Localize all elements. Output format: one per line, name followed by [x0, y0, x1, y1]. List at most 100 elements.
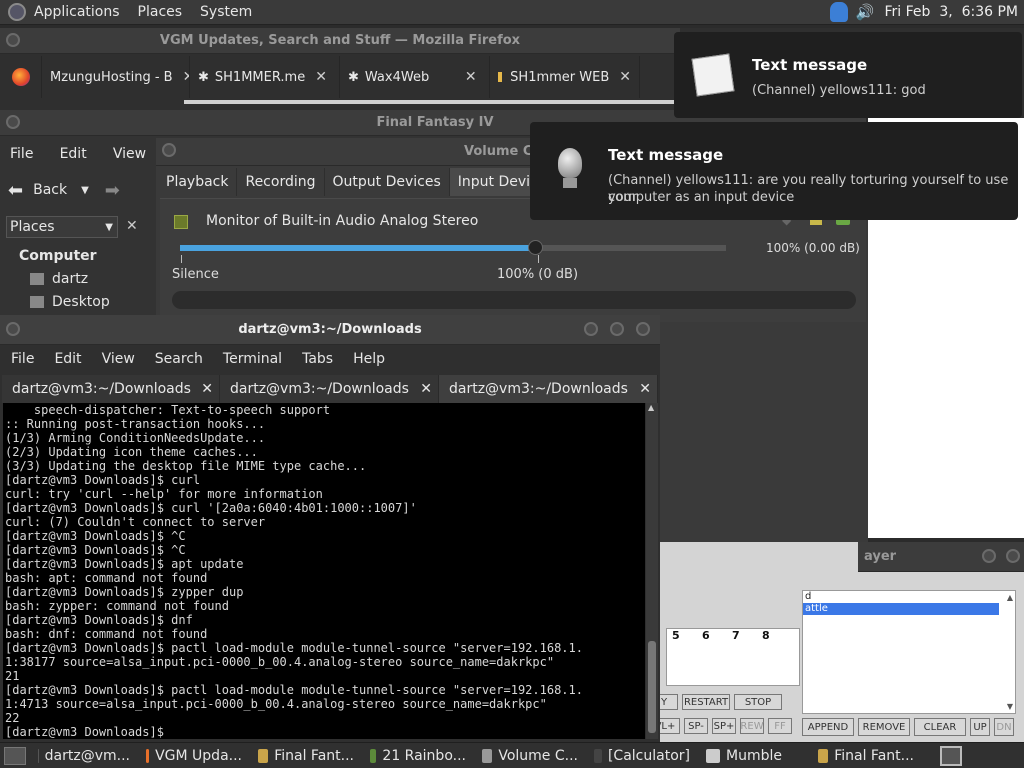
tab-output-devices[interactable]: Output Devices	[324, 168, 450, 196]
workspace-switcher-icon[interactable]	[940, 745, 962, 766]
close-sidebar-icon[interactable]: ✕	[126, 218, 138, 234]
clear-button[interactable]: CLEAR	[914, 718, 966, 736]
close-tab-icon[interactable]: ✕	[465, 69, 477, 85]
taskbar-button[interactable]: Final Fant...	[812, 745, 920, 767]
terminal-tab-active[interactable]: dartz@vm3:~/Downloads ✕	[439, 375, 658, 403]
app-icon	[258, 748, 269, 763]
terminal-output[interactable]: speech-dispatcher: Text-to-speech suppor…	[3, 403, 645, 739]
taskbar-button[interactable]: dartz@vm...	[32, 745, 136, 767]
terminal-tab[interactable]: dartz@vm3:~/Downloads ✕	[2, 375, 220, 403]
taskbar-label: [Calculator]	[607, 747, 690, 764]
terminal-line: [dartz@vm3 Downloads]$ dnf	[5, 613, 193, 627]
taskbar-button[interactable]: Mumble	[700, 745, 808, 767]
window-menu-button[interactable]	[6, 322, 20, 336]
minimize-button[interactable]	[584, 322, 598, 336]
volume-slider[interactable]	[180, 240, 726, 255]
app-icon	[818, 748, 829, 763]
clock[interactable]: Fri Feb 3, 6:36 PM	[885, 4, 1019, 20]
sidebar-item-home[interactable]: dartz	[30, 271, 88, 287]
taskbar-button[interactable]: 21 Rainbo...	[364, 745, 472, 767]
playlist-item[interactable]: d	[803, 591, 1015, 603]
scrollbar-thumb[interactable]	[648, 641, 656, 733]
window-menu-button[interactable]	[6, 115, 20, 129]
window-menu-button[interactable]	[162, 143, 176, 157]
scroll-down-icon[interactable]: ▼	[1007, 702, 1013, 711]
close-tab-icon[interactable]: ✕	[420, 381, 432, 397]
menu-file[interactable]: File	[10, 146, 33, 162]
menu-system[interactable]: System	[200, 4, 252, 20]
menu-search[interactable]: Search	[155, 351, 203, 367]
append-button[interactable]: APPEND	[802, 718, 854, 736]
close-tab-icon[interactable]: ✕	[639, 381, 651, 397]
scroll-up-icon[interactable]: ▲	[648, 403, 654, 412]
places-selector[interactable]: Places ▼	[6, 216, 118, 238]
window-menu-button[interactable]	[6, 33, 20, 47]
firefox-menu-button[interactable]	[0, 56, 42, 98]
show-desktop-icon[interactable]	[4, 746, 26, 765]
close-tab-icon[interactable]: ✕	[315, 69, 327, 85]
playlist[interactable]: d attle ▲ ▼	[802, 590, 1016, 714]
terminal-titlebar[interactable]: dartz@vm3:~/Downloads	[0, 315, 660, 345]
firefox-tab[interactable]: SH1mmer WEB ✕	[490, 56, 640, 98]
terminal-scrollbar[interactable]: ▲	[646, 403, 658, 739]
sidebar-item-desktop[interactable]: Desktop	[30, 294, 110, 310]
menu-view[interactable]: View	[102, 351, 135, 367]
terminal-line: curl: try 'curl --help' for more informa…	[5, 487, 323, 501]
back-button[interactable]: ⬅ Back ▼ ➡	[8, 176, 120, 204]
firefox-tab[interactable]: MzunguHosting - B ✕	[42, 56, 190, 98]
close-button[interactable]	[1006, 549, 1020, 563]
taskbar-label: 21 Rainbo...	[382, 747, 466, 764]
rewind-button[interactable]: REW	[740, 718, 764, 734]
menu-help[interactable]: Help	[353, 351, 385, 367]
user-status-icon[interactable]	[829, 2, 848, 22]
player-titlebar[interactable]: ayer	[858, 542, 1024, 572]
remove-button[interactable]: REMOVE	[858, 718, 910, 736]
notification[interactable]: Text message (Channel) yellows111: are y…	[530, 122, 1018, 220]
notification[interactable]: Text message (Channel) yellows111: god	[674, 32, 1022, 118]
firefox-tab[interactable]: ✱ SH1MMER.me ✕	[190, 56, 340, 98]
terminal-line: speech-dispatcher: Text-to-speech suppor…	[5, 403, 331, 417]
fast-forward-button[interactable]: FF	[768, 718, 792, 734]
sidebar-item-label: dartz	[52, 271, 89, 287]
tab-recording[interactable]: Recording	[237, 168, 325, 196]
close-tab-icon[interactable]: ✕	[201, 381, 213, 397]
menu-edit[interactable]: Edit	[54, 351, 81, 367]
menu-tabs[interactable]: Tabs	[302, 351, 333, 367]
lightbulb-base	[563, 178, 577, 188]
volume-slider-handle[interactable]	[527, 240, 543, 255]
close-tab-icon[interactable]: ✕	[619, 69, 631, 85]
tab-playback[interactable]: Playback	[158, 168, 238, 196]
stop-button[interactable]: STOP	[734, 694, 782, 710]
scroll-up-icon[interactable]: ▲	[1007, 593, 1013, 602]
close-tab-icon[interactable]: ✕	[183, 69, 189, 85]
taskbar-button[interactable]: Volume C...	[476, 745, 584, 767]
chevron-down-icon[interactable]: ▼	[81, 185, 89, 196]
minimize-button[interactable]	[982, 549, 996, 563]
menu-view[interactable]: View	[113, 146, 146, 162]
move-down-button[interactable]: DN	[994, 718, 1014, 736]
speed-up-button[interactable]: SP+	[712, 718, 736, 734]
taskbar-button[interactable]: VGM Upda...	[140, 745, 248, 767]
menu-edit[interactable]: Edit	[60, 146, 87, 162]
gnome-foot-icon[interactable]	[8, 3, 26, 21]
firefox-title: VGM Updates, Search and Stuff — Mozilla …	[159, 33, 521, 48]
move-up-button[interactable]: UP	[970, 718, 990, 736]
firefox-titlebar[interactable]: VGM Updates, Search and Stuff — Mozilla …	[0, 28, 680, 54]
close-button[interactable]	[636, 322, 650, 336]
firefox-tab[interactable]: ✱ Wax4Web ✕	[340, 56, 490, 98]
menu-terminal[interactable]: Terminal	[223, 351, 282, 367]
restart-button[interactable]: RESTART	[682, 694, 730, 710]
menu-file[interactable]: File	[11, 351, 34, 367]
taskbar-button[interactable]: [Calculator]	[588, 745, 696, 767]
taskbar-button[interactable]: Final Fant...	[252, 745, 360, 767]
playlist-item-selected[interactable]: attle	[803, 603, 999, 615]
terminal-tab[interactable]: dartz@vm3:~/Downloads ✕	[220, 375, 439, 403]
speed-down-button[interactable]: SP-	[684, 718, 708, 734]
audio-card-icon	[174, 215, 188, 229]
menu-places[interactable]: Places	[138, 4, 183, 20]
terminal-line: [dartz@vm3 Downloads]$ zypper dup	[5, 585, 244, 599]
menu-applications[interactable]: Applications	[34, 4, 120, 20]
forward-arrow-icon[interactable]: ➡	[105, 180, 120, 201]
maximize-button[interactable]	[610, 322, 624, 336]
volume-icon[interactable]: 🔊	[856, 3, 875, 21]
